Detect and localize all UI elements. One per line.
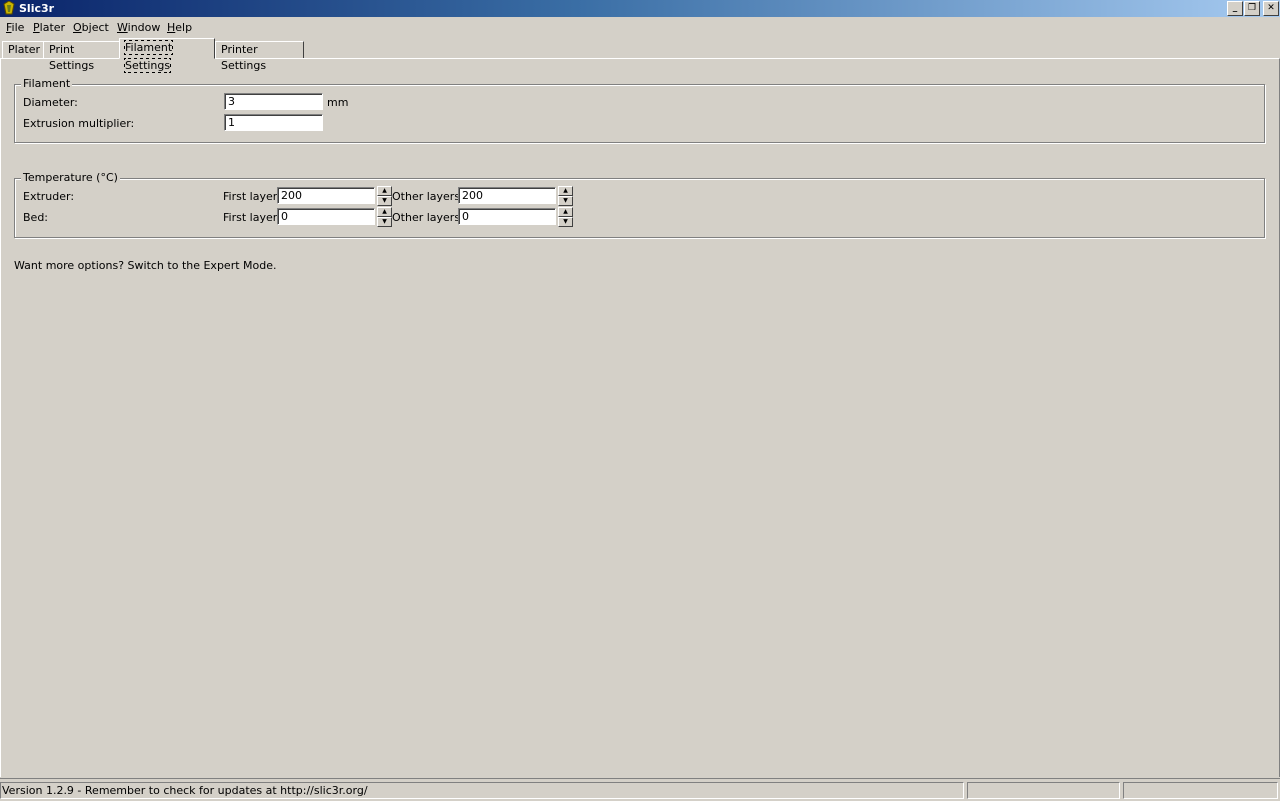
spin-down-icon[interactable]: ▼ [377, 217, 392, 227]
menu-bar: File Plater Object Window Help [0, 18, 1280, 37]
spin-down-icon[interactable]: ▼ [558, 196, 573, 206]
menu-plater-label: later [39, 21, 66, 34]
bed-first-layer-spinner[interactable]: ▲ ▼ [377, 207, 392, 227]
extruder-other-layers-label: Other layers: [392, 190, 464, 203]
slic3r-logo-icon [3, 1, 15, 15]
menu-help-label: elp [175, 21, 193, 34]
extrusion-multiplier-label: Extrusion multiplier: [23, 117, 135, 130]
window-title: Slic3r [19, 2, 55, 15]
bed-other-layers-spinner[interactable]: ▲ ▼ [558, 207, 573, 227]
tab-print-settings[interactable]: Print Settings [43, 41, 122, 72]
bed-first-layer-input[interactable]: 0 [277, 208, 375, 225]
spin-down-icon[interactable]: ▼ [377, 196, 392, 206]
status-bar: Version 1.2.9 - Remember to check for up… [0, 778, 1280, 801]
menu-file-label: ile [11, 21, 25, 34]
spin-up-icon[interactable]: ▲ [558, 186, 573, 196]
extruder-label: Extruder: [23, 190, 75, 203]
tab-filament-settings[interactable]: Filament Settings [119, 38, 215, 73]
tab-filament-settings-label: Filament Settings [123, 40, 174, 73]
expert-mode-hint: Want more options? Switch to the Expert … [14, 259, 277, 272]
menu-window-label: indow [127, 21, 161, 34]
menu-object[interactable]: Object [73, 21, 109, 34]
menu-file[interactable]: File [6, 21, 24, 34]
menu-window[interactable]: Window [117, 21, 160, 34]
spin-down-icon[interactable]: ▼ [558, 217, 573, 227]
minimize-button[interactable]: _ [1227, 1, 1243, 16]
bed-other-layers-label: Other layers: [392, 211, 464, 224]
spin-up-icon[interactable]: ▲ [558, 207, 573, 217]
extruder-other-layers-input[interactable]: 200 [458, 187, 556, 204]
extruder-other-layers-spinner[interactable]: ▲ ▼ [558, 186, 573, 206]
diameter-label: Diameter: [23, 96, 78, 109]
bed-other-layers-input[interactable]: 0 [458, 208, 556, 225]
temperature-legend: Temperature (°C) [21, 171, 120, 184]
status-cell-2 [967, 782, 1120, 799]
status-cell-3 [1123, 782, 1278, 799]
close-button[interactable]: ✕ [1263, 1, 1279, 16]
extruder-first-layer-spinner[interactable]: ▲ ▼ [377, 186, 392, 206]
spin-up-icon[interactable]: ▲ [377, 186, 392, 196]
tab-plater[interactable]: Plater [2, 41, 44, 59]
bed-label: Bed: [23, 211, 49, 224]
bed-first-layer-label: First layer: [223, 211, 281, 224]
menu-plater[interactable]: Plater [33, 21, 65, 34]
menu-window-mnemonic: W [117, 21, 128, 34]
diameter-input[interactable]: 3 [224, 93, 323, 110]
maximize-button[interactable]: ❐ [1244, 1, 1260, 16]
menu-plater-mnemonic: P [33, 21, 40, 34]
tab-panel [0, 58, 1280, 777]
title-bar[interactable]: Slic3r _ ❐ ✕ [0, 0, 1280, 17]
extruder-first-layer-input[interactable]: 200 [277, 187, 375, 204]
menu-help[interactable]: Help [167, 21, 192, 34]
filament-legend: Filament [21, 77, 73, 90]
filament-group: Filament [14, 77, 1265, 143]
diameter-unit: mm [327, 96, 349, 109]
menu-object-label: bject [81, 21, 109, 34]
tab-plater-label: Plater [8, 43, 41, 56]
menu-object-mnemonic: O [73, 21, 82, 34]
extruder-first-layer-label: First layer: [223, 190, 281, 203]
spin-up-icon[interactable]: ▲ [377, 207, 392, 217]
extrusion-multiplier-input[interactable]: 1 [224, 114, 323, 131]
tab-printer-settings[interactable]: Printer Settings [215, 41, 304, 72]
status-text: Version 1.2.9 - Remember to check for up… [0, 782, 964, 799]
temperature-group: Temperature (°C) [14, 171, 1265, 238]
